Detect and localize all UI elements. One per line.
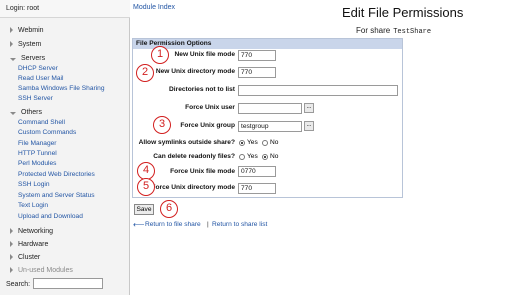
category-label: Others bbox=[21, 108, 43, 116]
category-webmin[interactable]: Webmin bbox=[10, 25, 44, 35]
module-link[interactable]: Upload and Download bbox=[18, 213, 83, 220]
sidebar: Login: root Webmin System Servers DHCP S… bbox=[0, 0, 130, 295]
category-label: Cluster bbox=[18, 253, 41, 261]
force-file-mode-input[interactable]: 0770 bbox=[238, 166, 276, 177]
radio-label: No bbox=[270, 153, 279, 160]
login-label: Login: root bbox=[0, 0, 130, 18]
expand-arrow-icon bbox=[10, 41, 13, 47]
expand-arrow-icon bbox=[10, 267, 13, 273]
module-link[interactable]: SSH Server bbox=[18, 95, 53, 102]
delete-readonly-yes-radio[interactable]: Yes bbox=[239, 153, 258, 160]
unix-dir-mode-input[interactable]: 770 bbox=[238, 67, 276, 78]
expand-arrow-icon bbox=[10, 254, 13, 260]
radio-label: No bbox=[270, 139, 279, 146]
category-label: Servers bbox=[21, 54, 46, 62]
module-link[interactable]: Read User Mail bbox=[18, 75, 63, 82]
force-user-input[interactable] bbox=[238, 103, 302, 114]
group-chooser-button[interactable]: ... bbox=[304, 121, 314, 131]
return-to-list-link[interactable]: Return to share list bbox=[212, 221, 267, 228]
delete-readonly-no-radio[interactable]: No bbox=[262, 153, 278, 160]
category-label: Networking bbox=[18, 227, 54, 235]
radio-selected-icon bbox=[262, 153, 268, 160]
force-group-label: Force Unix group bbox=[180, 122, 235, 129]
force-dir-mode-label: Force Unix directory mode bbox=[151, 184, 235, 191]
unix-dir-mode-label: New Unix directory mode bbox=[155, 68, 235, 75]
category-servers[interactable]: Servers bbox=[10, 53, 45, 63]
module-link[interactable]: Protected Web Directories bbox=[18, 171, 95, 178]
category-label: Hardware bbox=[18, 240, 49, 248]
module-link[interactable]: Command Shell bbox=[18, 119, 65, 126]
module-link[interactable]: Custom Commands bbox=[18, 129, 76, 136]
delete-readonly-label: Can delete readonly files? bbox=[153, 153, 235, 160]
radio-label: Yes bbox=[247, 153, 258, 160]
annotation-badge-3: 3 bbox=[153, 116, 171, 134]
category-label: Un-used Modules bbox=[18, 266, 73, 274]
module-link[interactable]: Text Login bbox=[18, 202, 48, 209]
symlinks-label: Allow symlinks outside share? bbox=[138, 139, 235, 146]
radio-icon bbox=[239, 153, 245, 160]
subtitle-prefix: For share bbox=[356, 26, 391, 35]
page-subtitle: For share TestShare bbox=[356, 26, 431, 36]
module-link[interactable]: Samba Windows File Sharing bbox=[18, 85, 105, 92]
collapse-arrow-icon bbox=[10, 57, 16, 61]
category-others[interactable]: Others bbox=[10, 107, 42, 117]
module-link[interactable]: DHCP Server bbox=[18, 65, 58, 72]
force-dir-mode-input[interactable]: 770 bbox=[238, 183, 276, 194]
save-button[interactable]: Save bbox=[134, 204, 154, 215]
module-link[interactable]: File Manager bbox=[18, 140, 56, 147]
module-index-link[interactable]: Module Index bbox=[133, 4, 175, 11]
force-file-mode-label: Force Unix file mode bbox=[170, 168, 235, 175]
category-hardware[interactable]: Hardware bbox=[10, 239, 48, 249]
expand-arrow-icon bbox=[10, 241, 13, 247]
category-networking[interactable]: Networking bbox=[10, 226, 53, 236]
dirs-not-list-label: Directories not to list bbox=[169, 86, 235, 93]
force-user-label: Force Unix user bbox=[185, 104, 235, 111]
page-title: Edit File Permissions bbox=[342, 5, 464, 20]
annotation-badge-2: 2 bbox=[136, 64, 154, 82]
return-arrow-icon: ⟵ bbox=[133, 220, 145, 229]
dirs-not-list-input[interactable] bbox=[238, 85, 398, 96]
category-label: Webmin bbox=[18, 26, 44, 34]
module-link[interactable]: SSH Login bbox=[18, 181, 50, 188]
symlinks-no-radio[interactable]: No bbox=[262, 139, 278, 146]
module-link[interactable]: HTTP Tunnel bbox=[18, 150, 57, 157]
section-title: File Permission Options bbox=[133, 39, 402, 49]
return-to-share-link[interactable]: Return to file share bbox=[145, 221, 201, 228]
module-link[interactable]: Perl Modules bbox=[18, 160, 56, 167]
category-system[interactable]: System bbox=[10, 39, 41, 49]
radio-label: Yes bbox=[247, 139, 258, 146]
link-separator: | bbox=[207, 221, 209, 228]
annotation-badge-6: 6 bbox=[160, 200, 178, 218]
module-link[interactable]: System and Server Status bbox=[18, 192, 95, 199]
force-group-input[interactable]: testgroup bbox=[238, 121, 302, 132]
annotation-badge-5: 5 bbox=[137, 178, 155, 196]
share-name: TestShare bbox=[393, 28, 432, 36]
radio-selected-icon bbox=[239, 139, 245, 146]
search-label: Search: bbox=[6, 281, 31, 288]
unix-file-mode-label: New Unix file mode bbox=[174, 51, 235, 58]
category-cluster[interactable]: Cluster bbox=[10, 252, 40, 262]
symlinks-yes-radio[interactable]: Yes bbox=[239, 139, 258, 146]
user-chooser-button[interactable]: ... bbox=[304, 103, 314, 113]
category-unused-modules[interactable]: Un-used Modules bbox=[10, 265, 73, 275]
expand-arrow-icon bbox=[10, 228, 13, 234]
collapse-arrow-icon bbox=[10, 111, 16, 115]
annotation-badge-1: 1 bbox=[151, 46, 169, 64]
expand-arrow-icon bbox=[10, 27, 13, 33]
radio-icon bbox=[262, 139, 268, 146]
unix-file-mode-input[interactable]: 770 bbox=[238, 50, 276, 61]
search-input[interactable] bbox=[33, 278, 103, 289]
category-label: System bbox=[18, 40, 42, 48]
